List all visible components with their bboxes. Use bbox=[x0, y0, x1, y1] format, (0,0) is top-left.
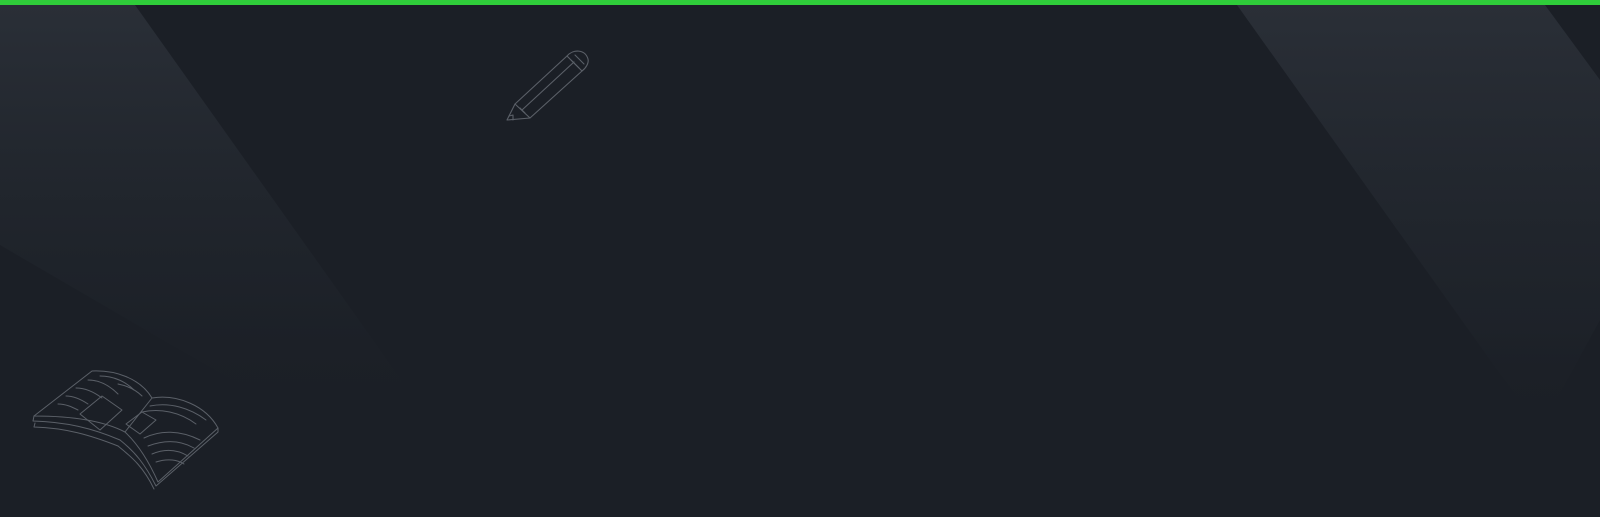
left-light-beam bbox=[0, 5, 430, 420]
hero-banner bbox=[0, 0, 1600, 517]
background-light-beams bbox=[0, 5, 1600, 430]
open-book-icon bbox=[30, 368, 222, 490]
pencil-icon bbox=[505, 47, 595, 125]
right-light-beam bbox=[1237, 5, 1600, 430]
